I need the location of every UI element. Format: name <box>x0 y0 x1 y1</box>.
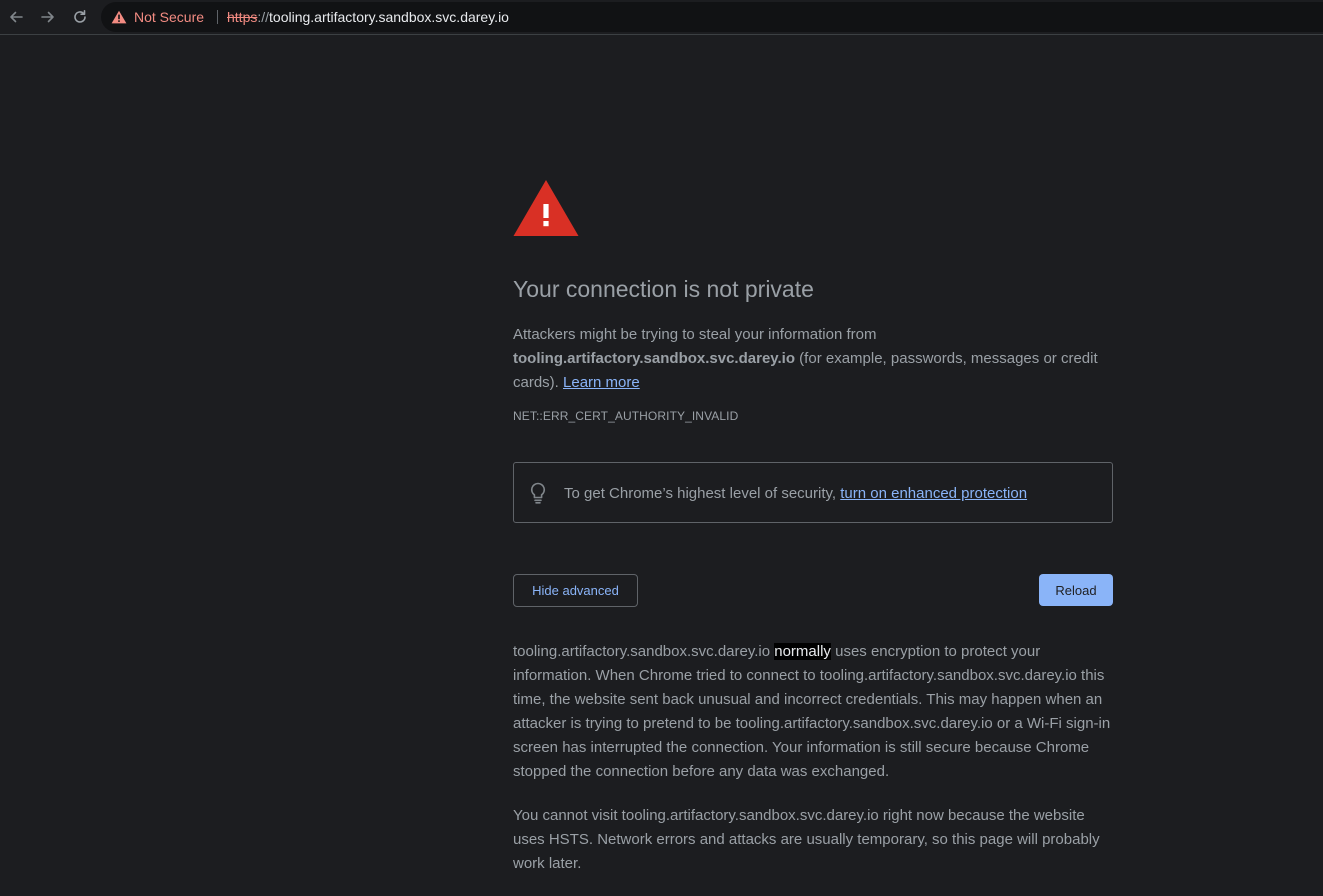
details-paragraph-1: tooling.artifactory.sandbox.svc.darey.io… <box>513 640 1113 784</box>
url-separator: :// <box>257 9 270 25</box>
reload-button[interactable]: Reload <box>1039 574 1113 606</box>
back-button[interactable] <box>5 6 27 28</box>
enhanced-protection-link[interactable]: turn on enhanced protection <box>840 485 1027 502</box>
enhanced-protection-prefix: To get Chrome’s highest level of securit… <box>564 485 837 502</box>
details-paragraph-2: You cannot visit tooling.artifactory.san… <box>513 807 1100 872</box>
arrow-left-icon <box>10 11 23 23</box>
explanation-text: Attackers might be trying to steal your … <box>513 323 1113 395</box>
browser-toolbar: Not Secure https://tooling.artifactory.s… <box>0 0 1323 35</box>
error-code: NET::ERR_CERT_AUTHORITY_INVALID <box>513 409 739 423</box>
warning-triangle-icon <box>111 10 127 24</box>
address-bar[interactable]: Not Secure https://tooling.artifactory.s… <box>101 2 1323 32</box>
details-domain: tooling.artifactory.sandbox.svc.darey.io <box>513 643 771 660</box>
advanced-details: tooling.artifactory.sandbox.svc.darey.io… <box>513 640 1113 896</box>
page-title: Your connection is not private <box>513 276 814 302</box>
chip-divider <box>217 10 218 24</box>
details-paragraph-1-rest: uses encryption to protect your informat… <box>513 643 1111 780</box>
forward-button[interactable] <box>37 6 59 28</box>
enhanced-protection-box: To get Chrome’s highest level of securit… <box>513 462 1113 523</box>
arrow-right-icon <box>41 11 54 23</box>
security-indicator[interactable]: Not Secure <box>111 2 204 32</box>
highlighted-word: normally <box>774 643 831 660</box>
not-secure-label: Not Secure <box>134 9 205 25</box>
enhanced-protection-text: To get Chrome’s highest level of securit… <box>564 482 1027 506</box>
red-warning-triangle-icon <box>513 180 579 236</box>
hide-advanced-button[interactable]: Hide advanced <box>513 574 638 607</box>
explanation-domain: tooling.artifactory.sandbox.svc.darey.io <box>513 350 796 367</box>
url-scheme: https <box>227 9 258 25</box>
url-text[interactable]: https://tooling.artifactory.sandbox.svc.… <box>227 2 509 32</box>
explanation-line1: Attackers might be trying to steal your … <box>513 326 877 343</box>
reload-page-button[interactable] <box>69 6 91 28</box>
lightbulb-icon <box>530 482 546 504</box>
url-host: tooling.artifactory.sandbox.svc.darey.io <box>269 9 509 25</box>
reload-icon <box>74 10 86 23</box>
learn-more-link[interactable]: Learn more <box>563 374 640 391</box>
